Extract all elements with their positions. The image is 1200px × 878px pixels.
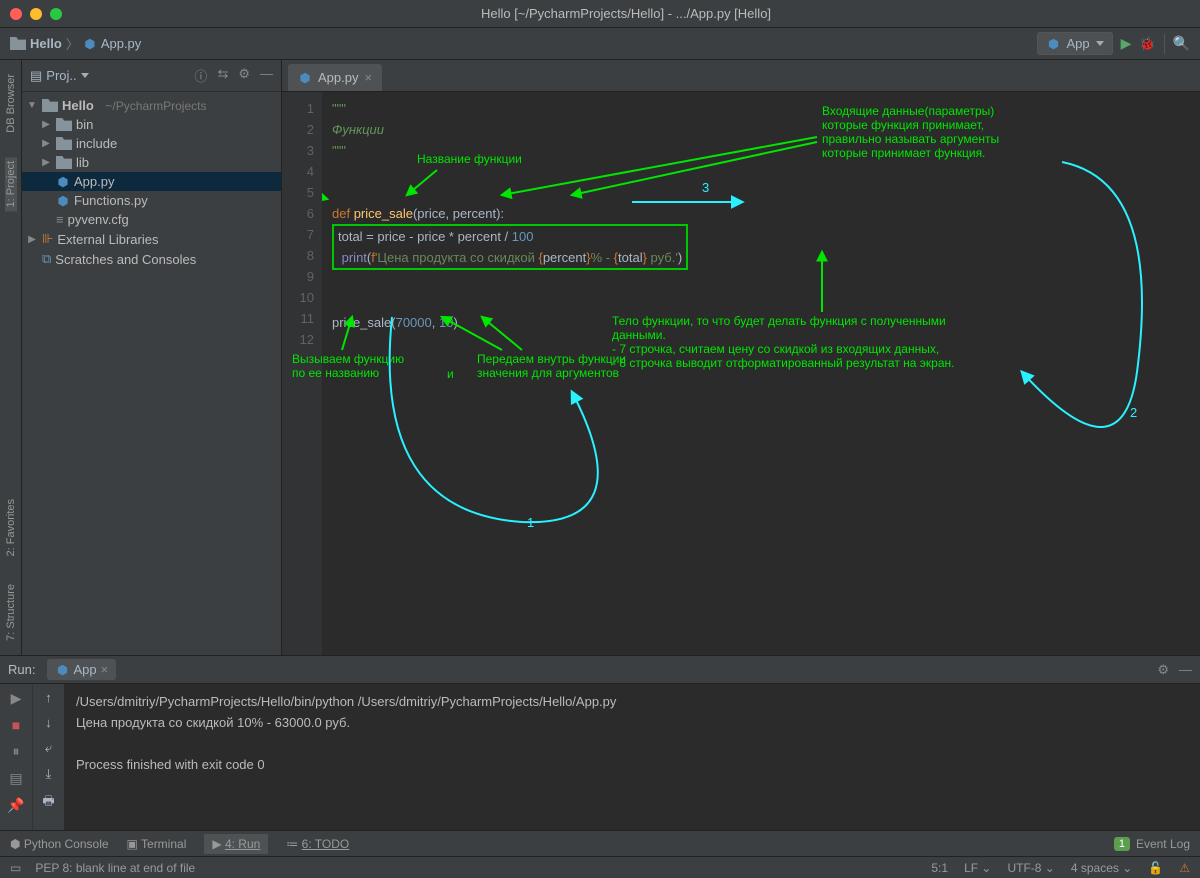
tree-folder-lib[interactable]: ▶ lib — [22, 153, 281, 172]
python-icon: ⬢ — [55, 663, 69, 677]
scratch-icon: ⧉ — [42, 251, 51, 267]
project-tree[interactable]: ▼ Hello ~/PycharmProjects ▶ bin ▶ includ… — [22, 92, 281, 655]
close-window[interactable] — [10, 8, 22, 20]
status-icon[interactable]: ▭ — [10, 861, 21, 875]
console-output[interactable]: /Users/dmitriy/PycharmProjects/Hello/bin… — [64, 684, 1200, 830]
chevron-down-icon — [1096, 41, 1104, 46]
bottom-tool-bar: ⬢ Python Console ▣ Terminal ▶ 4: Run ≔ 6… — [0, 830, 1200, 856]
annotation-args: Передаем внутрь функции значения для арг… — [477, 352, 626, 380]
line-gutter[interactable]: 123456789101112 — [282, 92, 322, 655]
tree-external-libs[interactable]: ▶⊪ External Libraries — [22, 229, 281, 249]
tree-file-functions[interactable]: ⬢ Functions.py — [22, 191, 281, 210]
annotation-num-2: 2 — [1130, 402, 1137, 423]
event-log-badge: 1 — [1114, 837, 1130, 851]
line-separator[interactable]: LF ⌄ — [964, 861, 991, 875]
breadcrumb-file[interactable]: App.py — [101, 36, 141, 51]
annotation-num-1: 1 — [527, 512, 534, 533]
debug-button[interactable]: 🐞 — [1139, 36, 1155, 52]
run-actions: ▶ ■ ⏸ ▤ 📌 — [0, 684, 32, 830]
search-icon[interactable]: 🔍 — [1173, 35, 1190, 52]
stop-button[interactable]: ■ — [12, 717, 20, 733]
gear-icon[interactable]: ⚙ — [238, 66, 250, 85]
project-tab[interactable]: 1: Project — [5, 157, 17, 211]
file-encoding[interactable]: UTF-8 ⌄ — [1007, 861, 1054, 875]
favorites-tab[interactable]: 2: Favorites — [5, 495, 17, 560]
folder-icon — [10, 37, 26, 50]
target-icon[interactable]: ⓘ — [194, 66, 207, 85]
event-log-tab[interactable]: Event Log — [1136, 837, 1190, 851]
python-console-tab[interactable]: ⬢ Python Console — [10, 837, 109, 851]
indent-setting[interactable]: 4 spaces ⌄ — [1071, 861, 1132, 875]
run-panel: Run: ⬢ App × ⚙ — ▶ ■ ⏸ ▤ 📌 ↑ ↓ ⤶ ⤓ 🖶 /Us… — [0, 655, 1200, 830]
close-icon[interactable]: × — [101, 662, 109, 677]
run-config-selector[interactable]: ⬢ App — [1037, 32, 1112, 55]
python-file-icon: ⬢ — [83, 37, 97, 51]
cursor-position[interactable]: 5:1 — [931, 861, 948, 875]
run-panel-title: Run: — [8, 662, 35, 677]
chevron-down-icon — [81, 73, 89, 78]
status-message: PEP 8: blank line at end of file — [35, 861, 195, 875]
run-button[interactable]: ▶ — [1121, 35, 1132, 52]
hide-icon[interactable]: — — [260, 66, 273, 85]
project-icon: ▤ — [30, 68, 42, 84]
folder-icon — [56, 137, 72, 150]
window-title: Hello [~/PycharmProjects/Hello] - .../Ap… — [62, 6, 1190, 21]
python-file-icon: ⬢ — [56, 194, 70, 208]
tree-folder-include[interactable]: ▶ include — [22, 134, 281, 153]
inspection-icon[interactable]: ⚠ — [1179, 861, 1190, 875]
breadcrumb-project[interactable]: Hello — [30, 36, 62, 51]
titlebar: Hello [~/PycharmProjects/Hello] - .../Ap… — [0, 0, 1200, 28]
left-tool-strip: DB Browser 1: Project 2: Favorites 7: St… — [0, 60, 22, 655]
gear-icon[interactable]: ⚙ — [1157, 662, 1169, 678]
navbar: Hello 〉 ⬢ App.py ⬢ App ▶ 🐞 🔍 — [0, 28, 1200, 60]
terminal-tab[interactable]: ▣ Terminal — [127, 837, 187, 851]
up-icon[interactable]: ↑ — [45, 690, 52, 705]
todo-tab[interactable]: ≔ 6: TODO — [286, 837, 349, 851]
layout-button[interactable]: ▤ — [9, 770, 22, 787]
editor-tabs: ⬢ App.py × — [282, 60, 1200, 92]
lock-icon[interactable]: 🔓 — [1148, 861, 1163, 875]
run-tab-bottom[interactable]: ▶ 4: Run — [204, 834, 268, 854]
library-icon: ⊪ — [42, 231, 53, 247]
tree-file-pyvenv[interactable]: ≡ pyvenv.cfg — [22, 210, 281, 229]
close-tab-icon[interactable]: × — [364, 70, 372, 85]
structure-tab[interactable]: 7: Structure — [5, 580, 17, 645]
scroll-icon[interactable]: ⤓ — [46, 766, 52, 782]
pause-button[interactable]: ⏸ — [13, 743, 20, 760]
editor-area: ⬢ App.py × 123456789101112 """ Функции "… — [282, 60, 1200, 655]
run-output-actions: ↑ ↓ ⤶ ⤓ 🖶 — [32, 684, 64, 830]
folder-icon — [42, 99, 58, 112]
hide-panel-icon[interactable]: — — [1179, 662, 1192, 678]
text-file-icon: ≡ — [56, 212, 64, 227]
annotation-and: и — [447, 367, 454, 381]
breadcrumb-sep: 〉 — [66, 34, 79, 53]
separator — [1164, 34, 1165, 54]
db-browser-tab[interactable]: DB Browser — [5, 70, 17, 137]
maximize-window[interactable] — [50, 8, 62, 20]
tree-file-app[interactable]: ⬢ App.py — [22, 172, 281, 191]
python-file-icon: ⬢ — [298, 71, 312, 85]
print-icon[interactable]: 🖶 — [42, 792, 54, 814]
down-icon[interactable]: ↓ — [45, 715, 52, 730]
folder-icon — [56, 156, 72, 169]
rerun-button[interactable]: ▶ — [11, 690, 22, 707]
project-sidebar: ▤ Proj.. ⓘ ⇆ ⚙ — ▼ Hello ~/PycharmProjec… — [22, 60, 282, 655]
wrap-icon[interactable]: ⤶ — [45, 740, 52, 756]
window-controls[interactable] — [10, 8, 62, 20]
sidebar-title[interactable]: ▤ Proj.. — [30, 68, 89, 84]
run-tab[interactable]: ⬢ App × — [47, 659, 116, 680]
run-config-label: App — [1066, 36, 1089, 51]
python-file-icon: ⬢ — [56, 175, 70, 189]
status-bar: ▭ PEP 8: blank line at end of file 5:1 L… — [0, 856, 1200, 878]
code-editor[interactable]: """ Функции """ def price_sale(price, pe… — [322, 92, 1200, 655]
editor-tab-app[interactable]: ⬢ App.py × — [288, 64, 382, 91]
tree-scratches[interactable]: ⧉ Scratches and Consoles — [22, 249, 281, 269]
pin-button[interactable]: 📌 — [7, 797, 24, 814]
folder-icon — [56, 118, 72, 131]
tree-folder-bin[interactable]: ▶ bin — [22, 115, 281, 134]
tree-root[interactable]: ▼ Hello ~/PycharmProjects — [22, 96, 281, 115]
minimize-window[interactable] — [30, 8, 42, 20]
collapse-icon[interactable]: ⇆ — [217, 66, 228, 85]
python-icon: ⬢ — [1046, 37, 1060, 51]
